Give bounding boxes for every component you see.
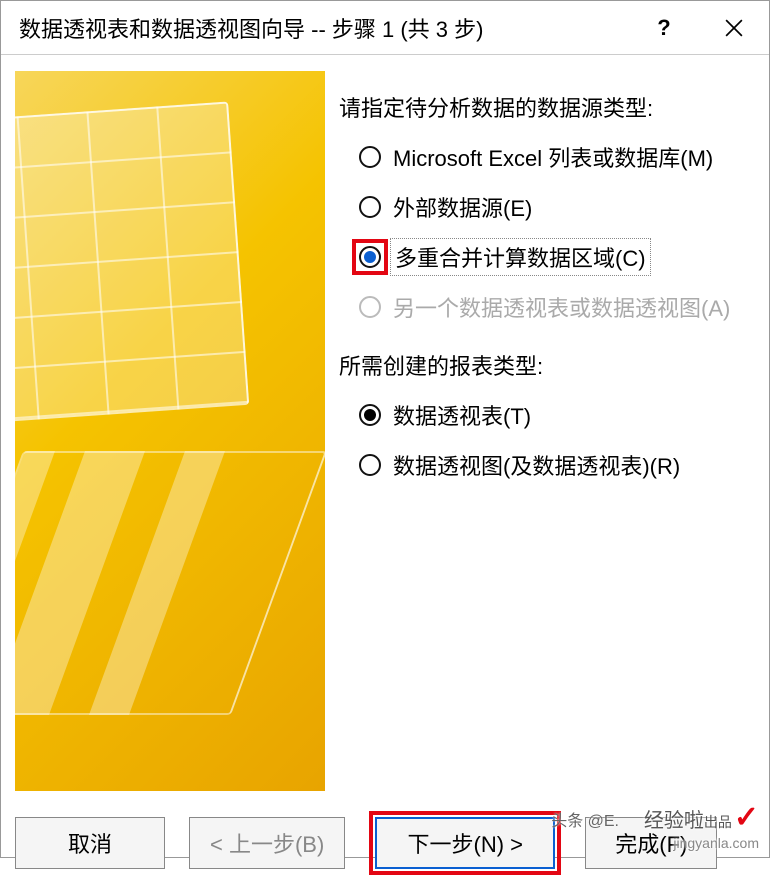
option-another-pivot: 另一个数据透视表或数据透视图(A) xyxy=(359,291,749,323)
dialog-body: 请指定待分析数据的数据源类型: Microsoft Excel 列表或数据库(M… xyxy=(1,55,769,801)
dialog-content: 请指定待分析数据的数据源类型: Microsoft Excel 列表或数据库(M… xyxy=(333,71,755,791)
dialog-title: 数据透视表和数据透视图向导 -- 步骤 1 (共 3 步) xyxy=(19,12,629,44)
option-pivot-chart[interactable]: 数据透视图(及数据透视表)(R) xyxy=(359,449,749,481)
option-multiple-consolidation[interactable]: 多重合并计算数据区域(C) xyxy=(359,241,749,273)
report-type-options: 数据透视表(T) 数据透视图(及数据透视表)(R) xyxy=(339,399,749,481)
report-type-label: 所需创建的报表类型: xyxy=(339,349,749,381)
titlebar: 数据透视表和数据透视图向导 -- 步骤 1 (共 3 步) ? xyxy=(1,1,769,55)
option-label: 另一个数据透视表或数据透视图(A) xyxy=(393,291,730,323)
option-label: 多重合并计算数据区域(C) xyxy=(393,241,648,273)
option-label: 外部数据源(E) xyxy=(393,191,532,223)
watermark: 经验啦出品✓ jingyanla.com xyxy=(644,800,759,851)
close-icon xyxy=(725,19,743,37)
option-label: 数据透视图(及数据透视表)(R) xyxy=(393,449,680,481)
next-button[interactable]: 下一步(N) > xyxy=(375,817,555,869)
option-label: Microsoft Excel 列表或数据库(M) xyxy=(393,141,713,173)
attribution-text: 头条 @E. xyxy=(551,807,619,831)
watermark-brand: 经验啦 xyxy=(644,810,704,832)
help-button[interactable]: ? xyxy=(629,1,699,55)
radio-icon xyxy=(359,296,381,318)
option-pivot-table[interactable]: 数据透视表(T) xyxy=(359,399,749,431)
wizard-illustration xyxy=(15,71,325,791)
option-excel-list[interactable]: Microsoft Excel 列表或数据库(M) xyxy=(359,141,749,173)
option-external-source[interactable]: 外部数据源(E) xyxy=(359,191,749,223)
radio-icon xyxy=(359,404,381,426)
cancel-button[interactable]: 取消 xyxy=(15,817,165,869)
watermark-domain: jingyanla.com xyxy=(644,835,759,851)
radio-icon xyxy=(359,196,381,218)
highlight-box xyxy=(352,239,388,275)
pivot-wizard-dialog: 数据透视表和数据透视图向导 -- 步骤 1 (共 3 步) ? 请指定待分析数据… xyxy=(0,0,770,858)
radio-icon xyxy=(359,246,381,268)
checkmark-icon: ✓ xyxy=(734,801,759,834)
data-source-label: 请指定待分析数据的数据源类型: xyxy=(339,91,749,123)
watermark-suffix: 出品 xyxy=(704,814,732,830)
radio-icon xyxy=(359,146,381,168)
radio-icon xyxy=(359,454,381,476)
back-button[interactable]: < 上一步(B) xyxy=(189,817,345,869)
data-source-options: Microsoft Excel 列表或数据库(M) 外部数据源(E) 多重合并计… xyxy=(339,141,749,323)
option-label: 数据透视表(T) xyxy=(393,399,531,431)
close-button[interactable] xyxy=(699,1,769,55)
highlight-box: 下一步(N) > xyxy=(369,811,561,875)
